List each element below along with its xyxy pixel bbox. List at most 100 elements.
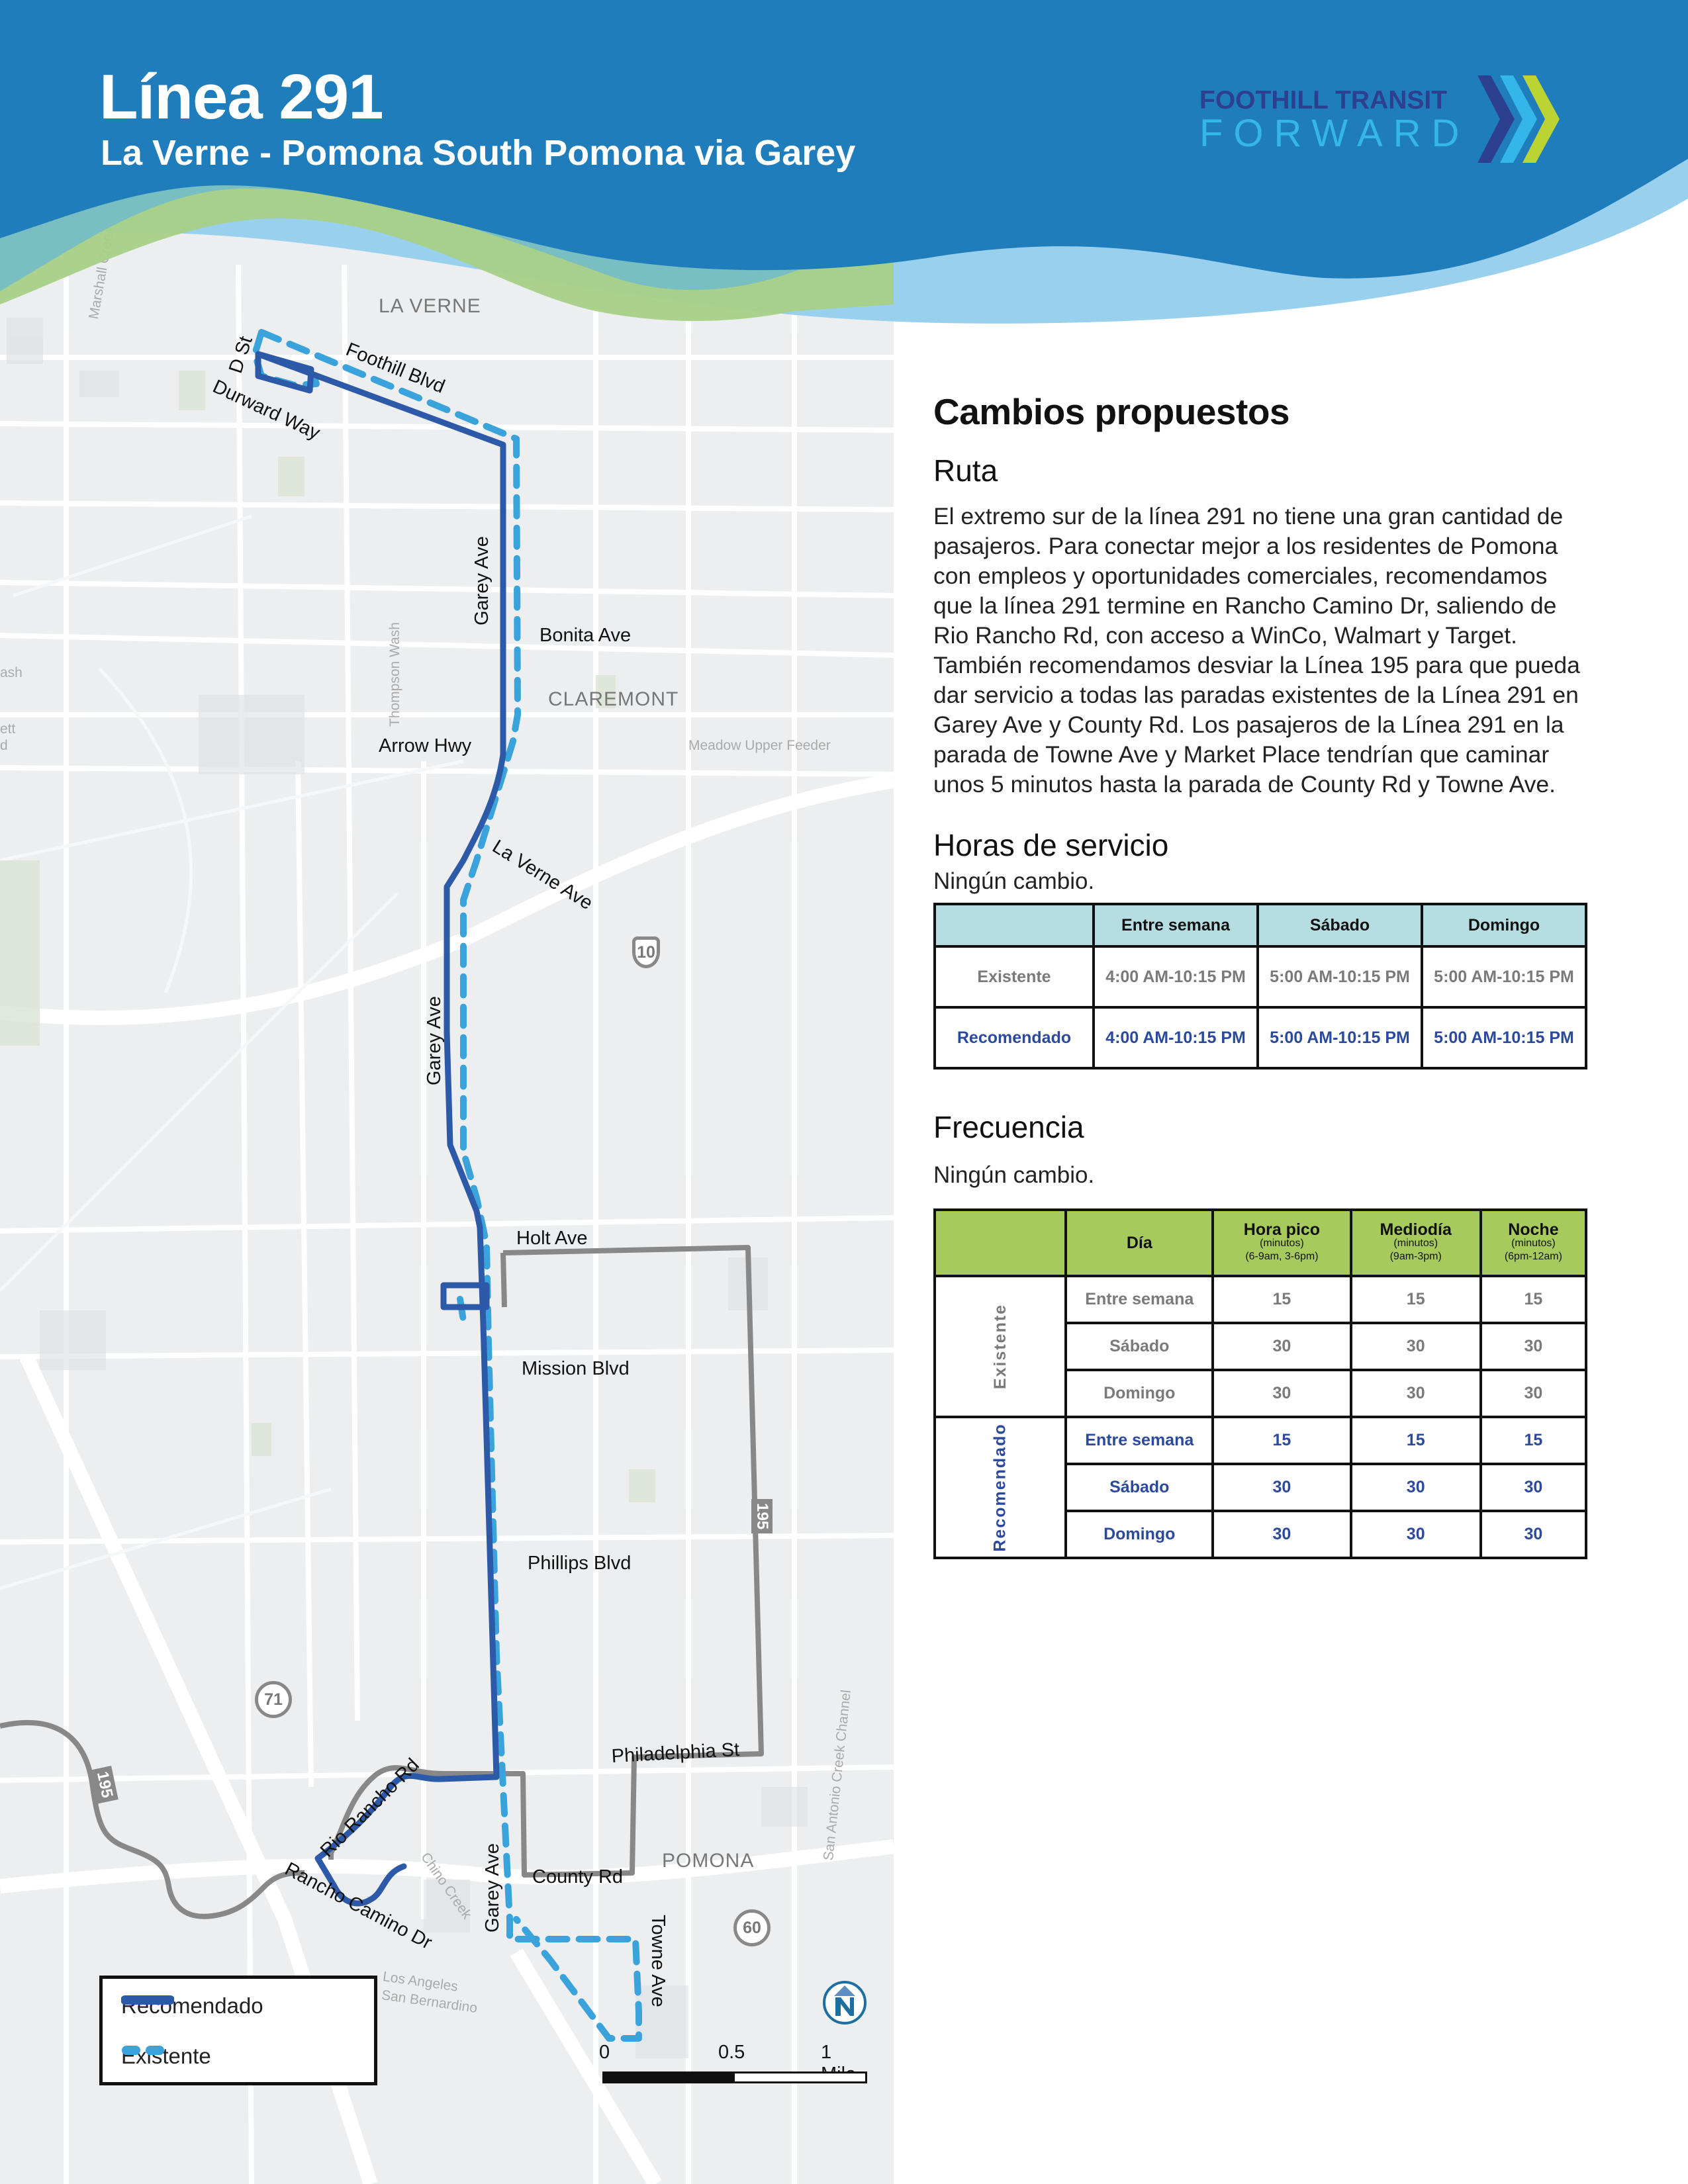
freq-header-peak-title: Hora pico — [1243, 1220, 1321, 1239]
hours-header-blank — [933, 903, 1095, 948]
frequency-table: Día Hora pico (minutos) (6-9am, 3-6pm) Med… — [933, 1208, 1588, 1559]
freq-header-peak-unit: (minutos) — [1260, 1238, 1304, 1249]
freq-cell: 30 — [1349, 1463, 1482, 1512]
hours-row-label: Existente — [933, 945, 1095, 1009]
frequency-header-row: Día Hora pico (minutos) (6-9am, 3-6pm) Med… — [933, 1208, 1588, 1277]
street-label-arrow-hwy: Arrow Hwy — [379, 735, 472, 756]
street-label-holt-ave: Holt Ave — [516, 1228, 588, 1249]
water-label-meadow-upper-feeder: Meadow Upper Feeder — [688, 738, 831, 753]
freq-cell: 30 — [1349, 1322, 1482, 1371]
freq-cell: 30 — [1479, 1369, 1588, 1418]
freq-header-night: Noche (minutos) (6pm-12am) — [1479, 1208, 1588, 1277]
freq-row: Existente Entre semana 15 15 15 — [933, 1275, 1588, 1418]
highway-71-shield: 71 — [255, 1681, 292, 1718]
freq-cell: 30 — [1479, 1510, 1588, 1559]
freq-header-peak-range: (6-9am, 3-6pm) — [1245, 1251, 1319, 1262]
hours-cell: 5:00 AM-10:15 PM — [1421, 1006, 1587, 1069]
freq-cell: 30 — [1479, 1463, 1588, 1512]
hours-row-label: Recomendado — [933, 1006, 1095, 1069]
water-label-wash-partial: ash — [0, 665, 23, 680]
hours-header-saturday: Sábado — [1256, 903, 1423, 948]
frequency-heading: Frecuencia — [933, 1110, 1084, 1144]
freq-header-peak: Hora pico (minutos) (6-9am, 3-6pm) — [1211, 1208, 1352, 1277]
freq-cell: 15 — [1211, 1416, 1352, 1465]
scale-bar: 0 0.5 1 Mile — [599, 2042, 867, 2095]
hours-cell: 5:00 AM-10:15 PM — [1256, 945, 1423, 1009]
place-label-partial-ett: ett — [0, 721, 16, 737]
hours-header-row: Entre semana Sábado Domingo — [933, 903, 1587, 948]
proposed-changes-heading: Cambios propuestos — [933, 391, 1290, 432]
freq-cell: 15 — [1349, 1416, 1482, 1465]
hours-cell: 5:00 AM-10:15 PM — [1256, 1006, 1423, 1069]
service-hours-table: Entre semana Sábado Domingo Existente 4:… — [933, 903, 1587, 1069]
freq-cell: 30 — [1349, 1510, 1482, 1559]
freq-day: Entre semana — [1064, 1416, 1215, 1465]
freq-cell: 30 — [1211, 1322, 1352, 1371]
freq-header-midday-unit: (minutos) — [1393, 1238, 1438, 1249]
highway-60-shield: 60 — [733, 1909, 771, 1946]
route-195-tag-east: 195 — [751, 1499, 773, 1534]
route-heading: Ruta — [933, 453, 998, 488]
street-label-garey-ave-south: Garey Ave — [482, 1843, 503, 1933]
legend-item-existing: Existente — [121, 2044, 211, 2069]
logo-text-forward: FORWARD — [1199, 112, 1470, 155]
interstate-10-shield: 10 — [632, 936, 660, 968]
freq-cell: 30 — [1211, 1369, 1352, 1418]
north-arrow-icon — [823, 1981, 867, 2025]
page-subtitle: La Verne - Pomona South Pomona via Garey — [101, 133, 856, 173]
freq-header-midday-title: Mediodía — [1380, 1220, 1452, 1239]
scale-label-zero: 0 — [599, 2042, 610, 2063]
freq-day: Domingo — [1064, 1369, 1215, 1418]
freq-day: Entre semana — [1064, 1275, 1215, 1324]
hours-cell: 5:00 AM-10:15 PM — [1421, 945, 1587, 1009]
street-label-bonita-ave: Bonita Ave — [539, 625, 632, 646]
freq-header-group — [933, 1208, 1068, 1277]
city-label-pomona: POMONA — [662, 1850, 755, 1872]
freq-header-midday-range: (9am-3pm) — [1389, 1251, 1442, 1262]
hours-header-sunday: Domingo — [1421, 903, 1587, 948]
freq-row: Recomendado Entre semana 15 15 15 — [933, 1416, 1588, 1559]
freq-day: Sábado — [1064, 1463, 1215, 1512]
street-label-phillips-blvd: Phillips Blvd — [528, 1553, 632, 1574]
scale-bar-graphic — [602, 2071, 867, 2083]
hours-heading: Horas de servicio — [933, 828, 1169, 862]
freq-group-recommended: Recomendado — [933, 1416, 1068, 1559]
water-label-thompson-wash: Thompson Wash — [387, 622, 402, 727]
freq-group-existing: Existente — [933, 1275, 1068, 1418]
freq-group-label: Recomendado — [990, 1423, 1009, 1552]
freq-header-midday: Mediodía (minutos) (9am-3pm) — [1349, 1208, 1482, 1277]
place-label-partial-d: d — [0, 738, 8, 753]
freq-cell: 15 — [1211, 1275, 1352, 1324]
frequency-no-change-note: Ningún cambio. — [933, 1162, 1095, 1188]
route-description: El extremo sur de la línea 291 no tiene … — [933, 503, 1580, 797]
street-label-mission-blvd: Mission Blvd — [522, 1358, 630, 1379]
city-label-claremont: CLAREMONT — [548, 688, 679, 710]
recommended-line-swatch — [121, 1995, 174, 2005]
route-195-line — [0, 1245, 764, 1919]
street-label-garey-ave-mid: Garey Ave — [424, 996, 445, 1085]
logo-chevrons-icon — [1477, 75, 1560, 163]
hours-row-existing: Existente 4:00 AM-10:15 PM 5:00 AM-10:15… — [933, 945, 1587, 1009]
hours-cell: 4:00 AM-10:15 PM — [1092, 1006, 1259, 1069]
map-legend: Recomendado Existente — [99, 1976, 377, 2085]
page-title: Línea 291 — [99, 62, 384, 132]
legend-item-recommended: Recomendado — [121, 1993, 263, 2019]
freq-header-night-title: Noche — [1508, 1220, 1559, 1239]
freq-header-day: Día — [1064, 1208, 1215, 1277]
freq-day: Sábado — [1064, 1322, 1215, 1371]
freq-header-night-range: (6pm-12am) — [1504, 1251, 1562, 1262]
freq-cell: 30 — [1349, 1369, 1482, 1418]
scale-label-half: 0.5 — [718, 2042, 745, 2063]
freq-cell: 15 — [1479, 1275, 1588, 1324]
freq-cell: 30 — [1479, 1322, 1588, 1371]
hours-row-recommended: Recomendado 4:00 AM-10:15 PM 5:00 AM-10:… — [933, 1006, 1587, 1069]
street-label-county-rd: County Rd — [532, 1866, 624, 1888]
street-label-garey-ave-north: Garey Ave — [471, 536, 492, 625]
proposed-changes-panel: Cambios propuestos Ruta El extremo sur d… — [933, 390, 1589, 1559]
freq-day: Domingo — [1064, 1510, 1215, 1559]
hours-no-change-note: Ningún cambio. — [933, 868, 1095, 894]
street-label-towne-ave: Towne Ave — [647, 1915, 669, 2007]
freq-cell: 15 — [1479, 1416, 1588, 1465]
hours-header-weekday: Entre semana — [1092, 903, 1259, 948]
existing-line-swatch — [122, 2046, 174, 2055]
